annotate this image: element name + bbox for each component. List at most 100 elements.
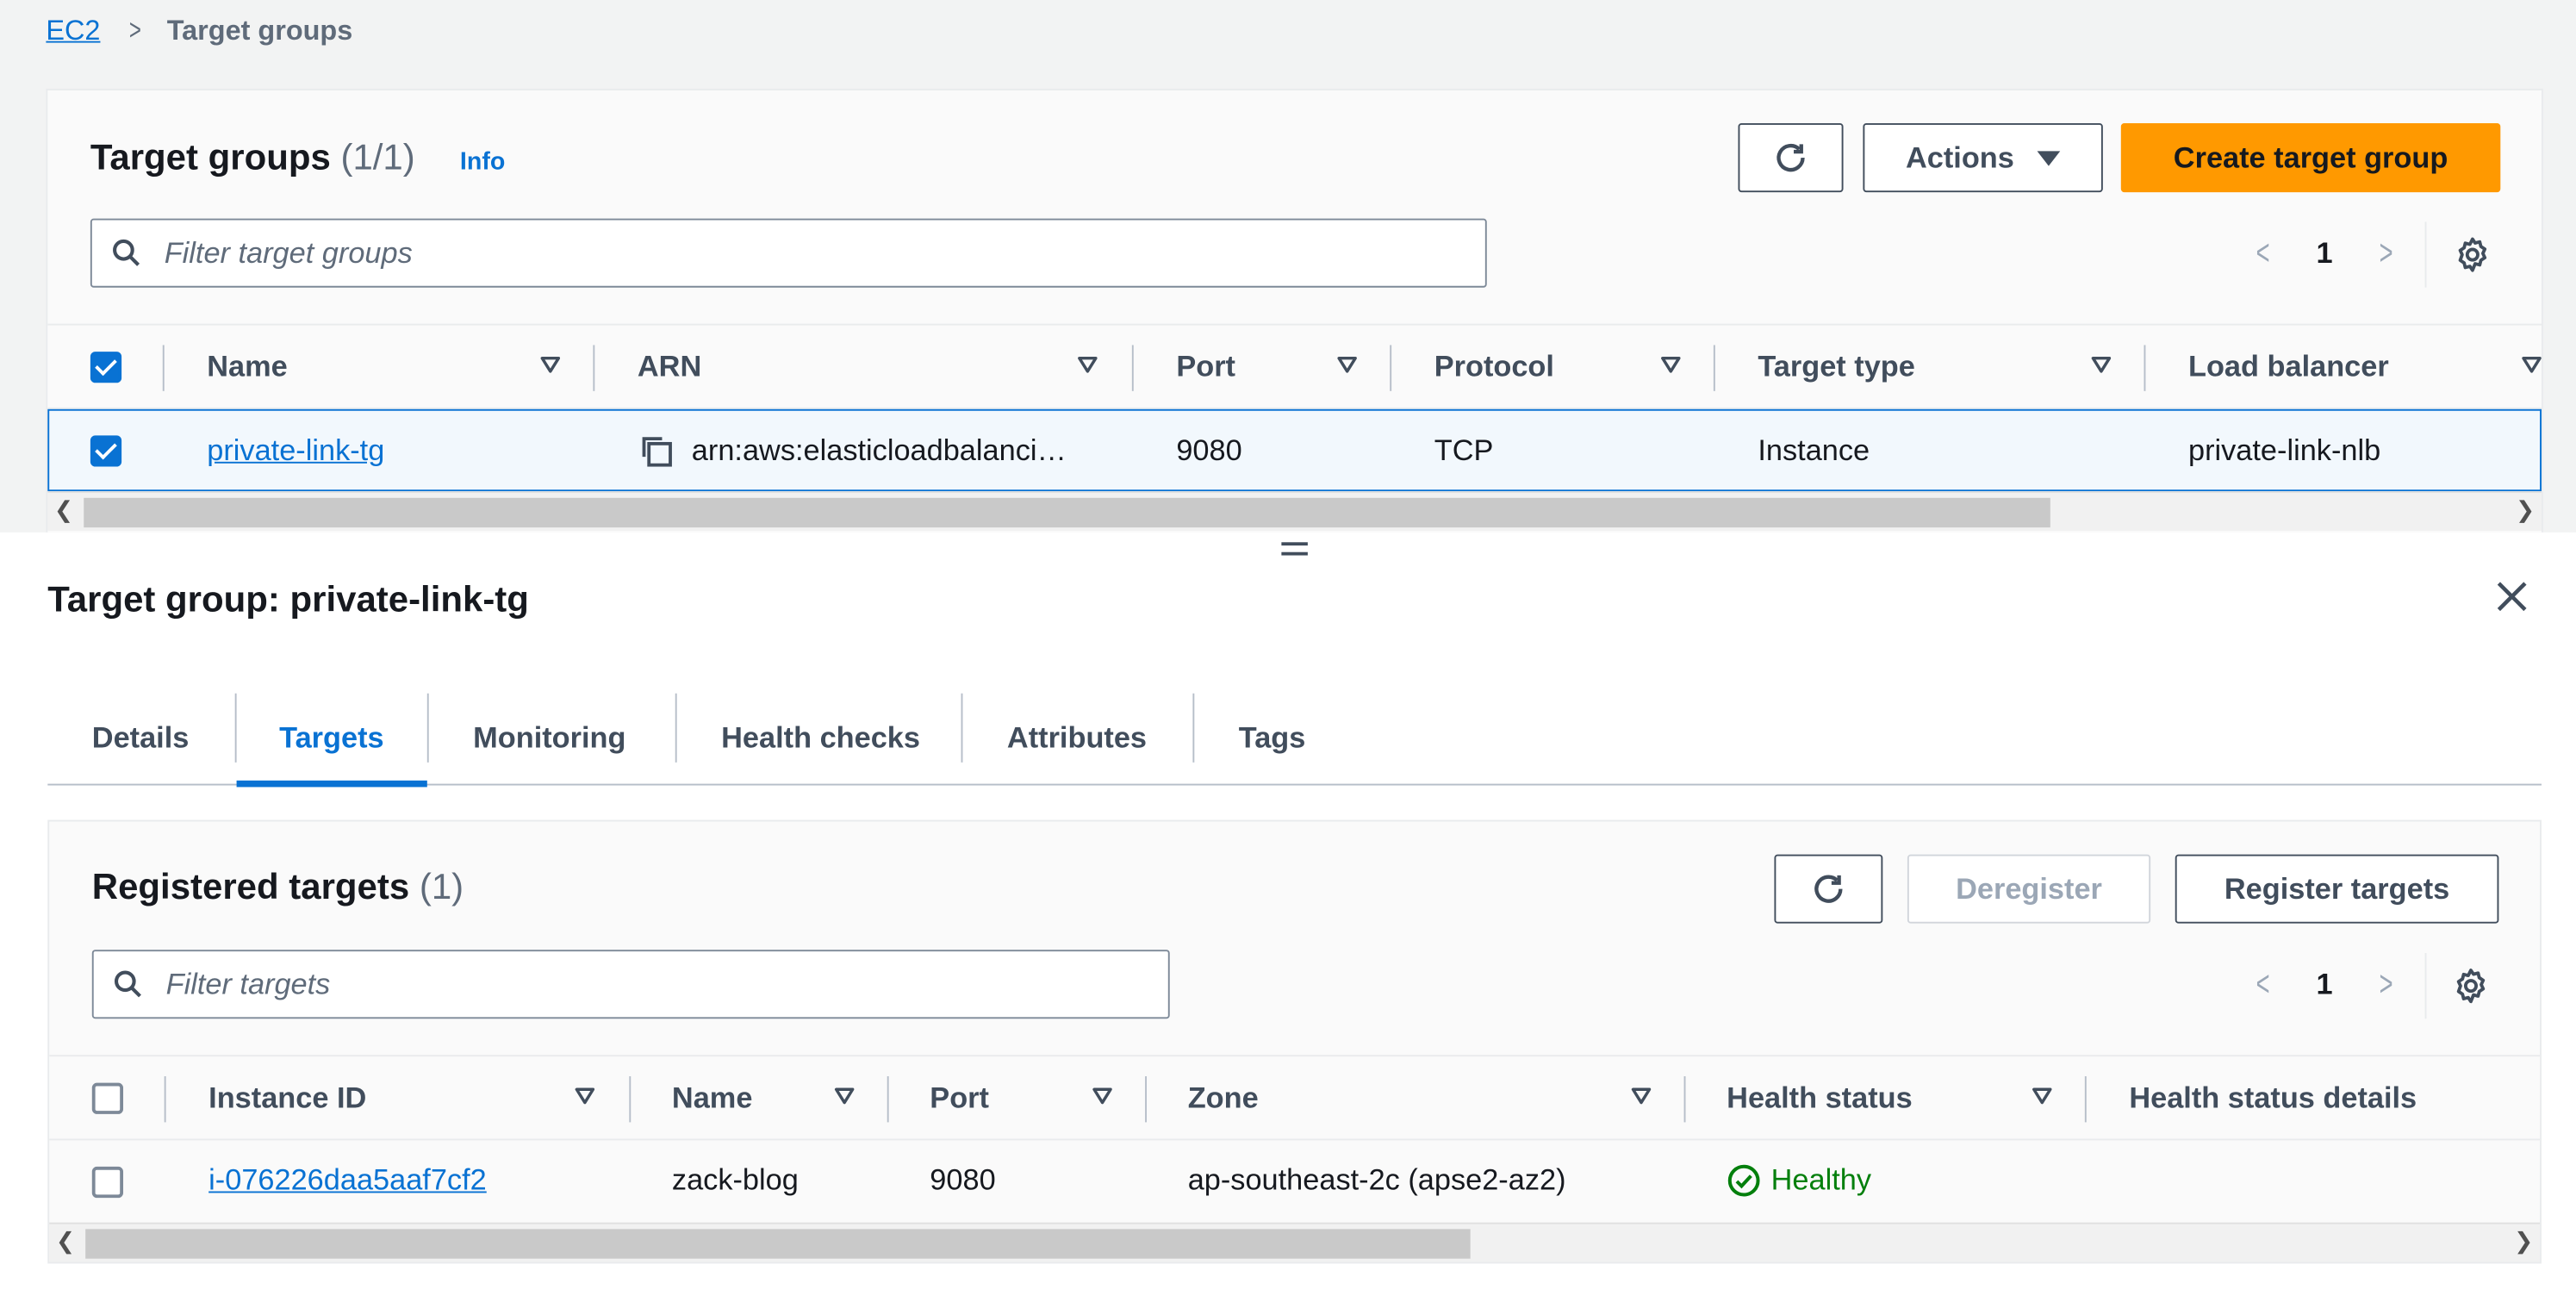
divider bbox=[2424, 221, 2427, 288]
column-header-zone[interactable]: Zone bbox=[1188, 1056, 1259, 1138]
column-header-load-balancer[interactable]: Load balancer bbox=[2188, 326, 2389, 408]
pagination: < 1 > bbox=[2252, 232, 2396, 275]
create-target-group-button[interactable]: Create target group bbox=[2120, 123, 2501, 193]
actions-button[interactable]: Actions bbox=[1863, 123, 2103, 193]
gear-icon[interactable] bbox=[2453, 235, 2492, 275]
breadcrumb-separator-icon: > bbox=[128, 13, 142, 47]
filter-target-groups-input[interactable] bbox=[164, 235, 1279, 271]
check-circle-icon bbox=[1727, 1163, 1760, 1196]
close-icon[interactable] bbox=[2494, 578, 2530, 614]
tab-details[interactable]: Details bbox=[92, 690, 190, 786]
row-checkbox[interactable] bbox=[91, 1166, 124, 1199]
zone-cell: ap-southeast-2c (apse2-az2) bbox=[1187, 1162, 1566, 1196]
copy-icon[interactable] bbox=[639, 433, 675, 470]
tab-tags[interactable]: Tags bbox=[1239, 690, 1306, 786]
table-row[interactable]: i-076226daa5aaf7cf2 zack-blog 9080 ap-so… bbox=[49, 1140, 2540, 1222]
target-type-cell: Instance bbox=[1758, 433, 1870, 466]
next-page-icon[interactable]: > bbox=[2379, 962, 2392, 1006]
column-separator bbox=[1390, 345, 1392, 391]
previous-page-icon[interactable]: < bbox=[2256, 232, 2270, 275]
column-separator bbox=[593, 345, 595, 391]
scrollbar-thumb[interactable] bbox=[85, 1229, 1471, 1259]
target-groups-panel: Target groups (1/1) Info Actions Create … bbox=[46, 88, 2543, 533]
page-number[interactable]: 1 bbox=[2316, 967, 2332, 1001]
refresh-targets-button[interactable] bbox=[1774, 854, 1883, 924]
column-header-health-status-details[interactable]: Health status details bbox=[2129, 1056, 2417, 1138]
divider bbox=[2424, 953, 2427, 1019]
column-header-protocol[interactable]: Protocol bbox=[1434, 326, 1554, 408]
sort-icon[interactable] bbox=[540, 355, 561, 375]
detail-tabs: Details Targets Monitoring Health checks… bbox=[47, 690, 2542, 788]
column-header-name[interactable]: Name bbox=[207, 326, 287, 408]
scroll-left-icon[interactable]: ❮ bbox=[56, 1227, 75, 1255]
sort-icon[interactable] bbox=[1092, 1086, 1112, 1106]
load-balancer-cell: private-link-nlb bbox=[2187, 433, 2381, 466]
register-targets-button[interactable]: Register targets bbox=[2175, 854, 2499, 924]
filter-targets-input[interactable] bbox=[165, 967, 1026, 1002]
sort-icon[interactable] bbox=[2091, 355, 2112, 375]
sort-icon[interactable] bbox=[1337, 355, 1357, 375]
health-status-label: Healthy bbox=[1770, 1162, 1872, 1196]
refresh-button[interactable] bbox=[1738, 123, 1844, 193]
detail-title: Target group: private-link-tg bbox=[47, 578, 529, 620]
sort-icon[interactable] bbox=[575, 1086, 595, 1106]
breadcrumb-current: Target groups bbox=[166, 14, 353, 46]
scrollbar-thumb[interactable] bbox=[84, 497, 2050, 528]
next-page-icon[interactable]: > bbox=[2379, 232, 2392, 275]
column-header-instance-id[interactable]: Instance ID bbox=[208, 1056, 366, 1138]
page-number[interactable]: 1 bbox=[2316, 236, 2332, 271]
column-header-health-status[interactable]: Health status bbox=[1727, 1056, 1913, 1138]
sort-icon[interactable] bbox=[1631, 1086, 1652, 1106]
actions-label: Actions bbox=[1905, 140, 2014, 174]
target-groups-search[interactable] bbox=[90, 218, 1487, 288]
port-cell: 9080 bbox=[930, 1162, 996, 1196]
sort-icon[interactable] bbox=[2032, 1086, 2052, 1106]
tab-health-checks[interactable]: Health checks bbox=[721, 690, 920, 786]
select-all-checkbox[interactable] bbox=[90, 352, 122, 383]
resize-handle-icon[interactable] bbox=[1281, 542, 1308, 562]
tab-separator bbox=[675, 693, 677, 763]
scroll-left-icon[interactable]: ❮ bbox=[54, 496, 73, 524]
row-checkbox[interactable] bbox=[90, 435, 122, 467]
column-separator bbox=[162, 345, 165, 391]
deregister-button[interactable]: Deregister bbox=[1907, 854, 2151, 924]
sort-icon[interactable] bbox=[1661, 355, 1681, 375]
instance-id-link[interactable]: i-076226daa5aaf7cf2 bbox=[208, 1162, 487, 1197]
horizontal-scrollbar[interactable]: ❮ ❯ bbox=[49, 1222, 2541, 1262]
previous-page-icon[interactable]: < bbox=[2256, 962, 2270, 1006]
pagination: < 1 > bbox=[2252, 962, 2396, 1006]
tab-separator bbox=[961, 693, 963, 763]
tab-monitoring[interactable]: Monitoring bbox=[473, 690, 625, 786]
search-icon bbox=[113, 239, 140, 266]
sort-icon[interactable] bbox=[834, 1086, 855, 1106]
refresh-icon bbox=[1814, 875, 1843, 903]
column-header-target-type[interactable]: Target type bbox=[1758, 326, 1914, 408]
scroll-right-icon[interactable]: ❯ bbox=[2514, 1227, 2533, 1255]
column-separator bbox=[1713, 345, 1715, 391]
gear-icon[interactable] bbox=[2451, 966, 2491, 1006]
column-separator bbox=[887, 1076, 889, 1123]
column-separator bbox=[629, 1076, 632, 1123]
tab-attributes[interactable]: Attributes bbox=[1007, 690, 1147, 786]
table-row[interactable]: private-link-tg arn:aws:elasticloadbalan… bbox=[47, 408, 2542, 492]
registered-targets-title: Registered targets bbox=[91, 865, 410, 907]
column-header-name[interactable]: Name bbox=[672, 1056, 752, 1138]
horizontal-scrollbar[interactable]: ❮ ❯ bbox=[47, 491, 2542, 531]
target-group-name-link[interactable]: private-link-tg bbox=[207, 433, 384, 467]
protocol-cell: TCP bbox=[1434, 433, 1494, 466]
arn-cell: arn:aws:elasticloadbalanci… bbox=[691, 433, 1067, 466]
targets-search[interactable] bbox=[91, 950, 1170, 1019]
sort-icon[interactable] bbox=[2522, 355, 2542, 375]
column-header-arn[interactable]: ARN bbox=[638, 326, 701, 408]
sort-icon[interactable] bbox=[1078, 355, 1098, 375]
info-link[interactable]: Info bbox=[460, 148, 505, 176]
column-separator bbox=[164, 1076, 166, 1123]
column-header-port[interactable]: Port bbox=[930, 1056, 989, 1138]
breadcrumb-ec2-link[interactable]: EC2 bbox=[46, 14, 100, 47]
registered-targets-heading: Registered targets (1) bbox=[92, 866, 464, 909]
select-all-checkbox[interactable] bbox=[91, 1082, 124, 1114]
tab-targets[interactable]: Targets bbox=[279, 690, 383, 786]
column-header-port[interactable]: Port bbox=[1176, 326, 1235, 408]
scroll-right-icon[interactable]: ❯ bbox=[2516, 496, 2535, 524]
column-separator bbox=[1683, 1076, 1686, 1123]
